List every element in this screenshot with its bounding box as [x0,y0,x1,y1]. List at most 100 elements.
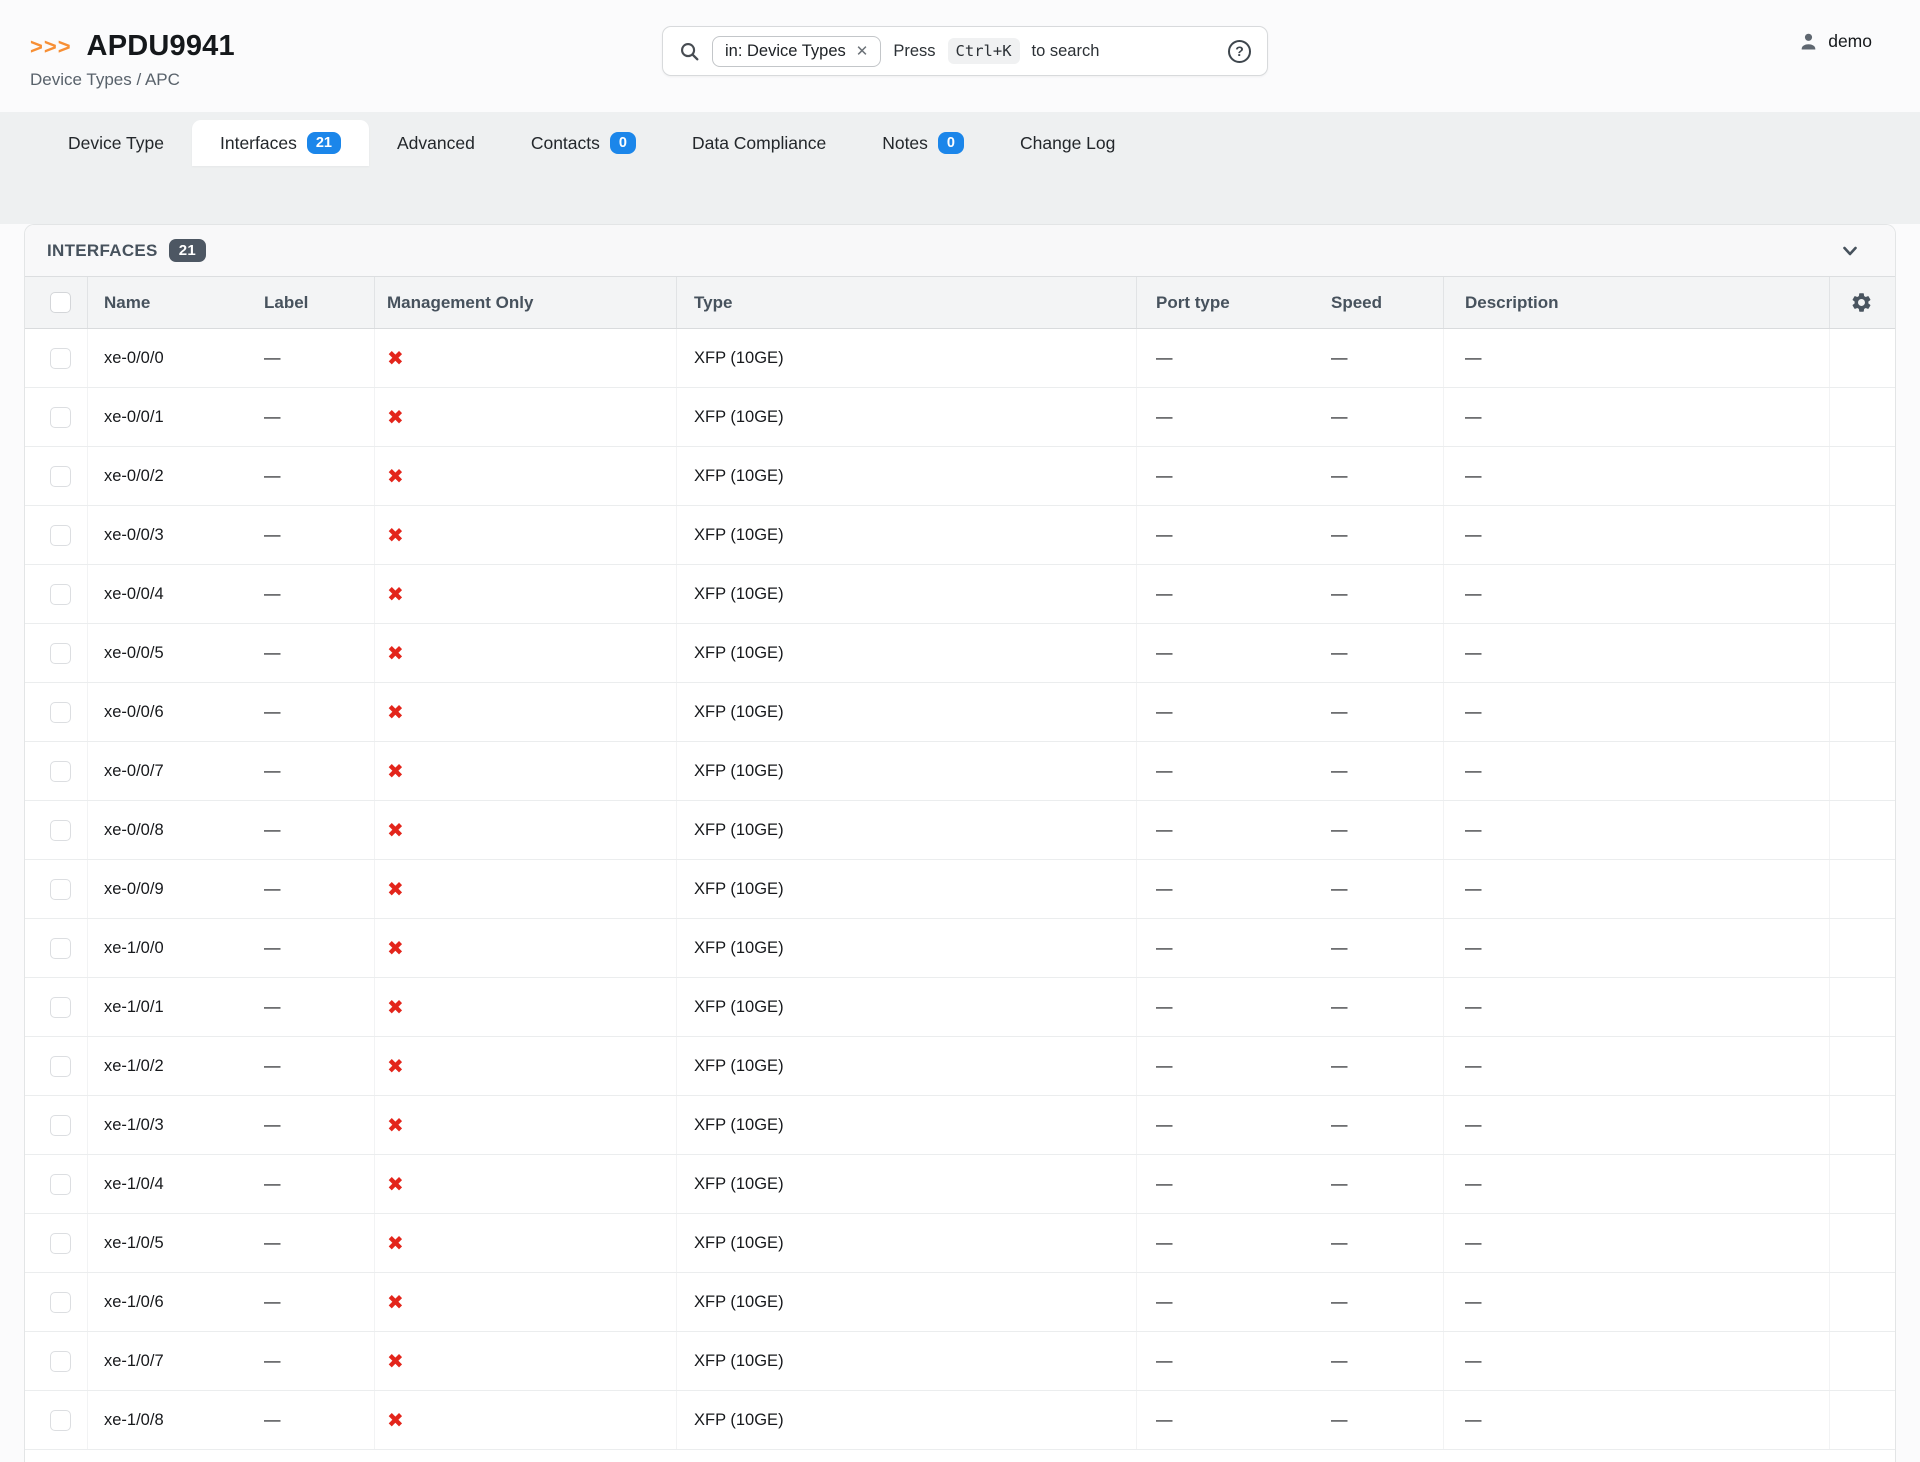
tab-device-type[interactable]: Device Type [40,120,192,166]
column-header-port-type[interactable]: Port type [1136,277,1307,328]
row-actions-cell [1829,1214,1895,1272]
global-search[interactable]: in: Device Types ✕ Press Ctrl+K to searc… [662,26,1268,76]
interface-name[interactable]: xe-1/0/2 [87,1037,240,1095]
port-type-value: — [1136,1273,1307,1331]
interface-name[interactable]: xe-0/0/3 [87,506,240,564]
interface-name[interactable]: xe-0/0/4 [87,565,240,623]
row-checkbox[interactable] [50,702,71,723]
interface-name[interactable]: xe-1/0/8 [87,1391,240,1449]
description-value: — [1443,1037,1829,1095]
interface-name[interactable]: xe-1/0/5 [87,1214,240,1272]
interface-name[interactable]: xe-0/0/6 [87,683,240,741]
management-only-false-icon: ✖ [387,466,404,486]
select-all-checkbox[interactable] [50,292,71,313]
row-select-cell [25,683,87,741]
chip-close-icon[interactable]: ✕ [856,44,869,59]
tab-advanced[interactable]: Advanced [369,120,503,166]
interface-label: — [240,1273,374,1331]
row-checkbox[interactable] [50,643,71,664]
interface-name[interactable]: xe-1/0/3 [87,1096,240,1154]
interface-name[interactable]: xe-0/0/1 [87,388,240,446]
page-header: >>> APDU9941 Device Types / APC in: Devi… [0,0,1920,112]
port-type-value: — [1136,624,1307,682]
table-row: xe-0/0/1 — ✖ XFP (10GE) — — — [25,388,1895,447]
management-only-cell: ✖ [374,919,676,977]
row-checkbox[interactable] [50,1233,71,1254]
row-checkbox[interactable] [50,466,71,487]
interface-label: — [240,1037,374,1095]
search-scope-chip[interactable]: in: Device Types ✕ [712,36,881,67]
row-actions-cell [1829,683,1895,741]
tab-notes[interactable]: Notes 0 [854,120,992,166]
row-checkbox[interactable] [50,1115,71,1136]
tab-change-log[interactable]: Change Log [992,120,1143,166]
gear-icon[interactable] [1850,291,1873,314]
interface-type: XFP (10GE) [676,506,1136,564]
search-hint-suffix: to search [1032,42,1100,61]
table-row: xe-1/0/6 — ✖ XFP (10GE) — — — [25,1273,1895,1332]
column-header-label[interactable]: Label [240,277,374,328]
column-header-name[interactable]: Name [87,277,240,328]
row-checkbox[interactable] [50,938,71,959]
interface-name[interactable]: xe-0/0/0 [87,329,240,387]
column-header-description[interactable]: Description [1443,277,1829,328]
row-checkbox[interactable] [50,879,71,900]
row-select-cell [25,1155,87,1213]
row-checkbox[interactable] [50,820,71,841]
row-actions-cell [1829,1273,1895,1331]
interface-label: — [240,860,374,918]
interface-name[interactable]: xe-0/0/5 [87,624,240,682]
row-checkbox[interactable] [50,1174,71,1195]
tab-data-compliance[interactable]: Data Compliance [664,120,854,166]
row-checkbox[interactable] [50,1351,71,1372]
management-only-cell: ✖ [374,1214,676,1272]
management-only-cell: ✖ [374,978,676,1036]
interface-name[interactable]: xe-0/0/7 [87,742,240,800]
interface-name[interactable]: xe-1/0/6 [87,1273,240,1331]
row-checkbox[interactable] [50,997,71,1018]
interface-name[interactable]: xe-0/0/2 [87,447,240,505]
select-all-cell [25,277,87,328]
row-actions-cell [1829,447,1895,505]
column-header-speed[interactable]: Speed [1307,277,1443,328]
row-actions-cell [1829,860,1895,918]
tab-interfaces[interactable]: Interfaces 21 [192,120,369,166]
help-icon[interactable]: ? [1228,40,1251,63]
interface-label: — [240,1155,374,1213]
speed-value: — [1307,565,1443,623]
row-select-cell [25,447,87,505]
management-only-cell: ✖ [374,1332,676,1390]
row-checkbox[interactable] [50,525,71,546]
column-header-management-only[interactable]: Management Only [374,277,676,328]
interface-name[interactable]: xe-1/0/4 [87,1155,240,1213]
interface-type: XFP (10GE) [676,1214,1136,1272]
interface-name[interactable]: xe-0/0/8 [87,801,240,859]
row-select-cell [25,1214,87,1272]
row-checkbox[interactable] [50,1292,71,1313]
row-checkbox[interactable] [50,584,71,605]
table-row: xe-0/0/0 — ✖ XFP (10GE) — — — [25,329,1895,388]
table-row: xe-0/0/7 — ✖ XFP (10GE) — — — [25,742,1895,801]
port-type-value: — [1136,506,1307,564]
interface-name[interactable]: xe-0/0/9 [87,860,240,918]
tab-contacts[interactable]: Contacts 0 [503,120,664,166]
row-checkbox[interactable] [50,407,71,428]
column-header-type[interactable]: Type [676,277,1136,328]
speed-value: — [1307,860,1443,918]
row-checkbox[interactable] [50,348,71,369]
row-checkbox[interactable] [50,761,71,782]
row-checkbox[interactable] [50,1056,71,1077]
interface-name[interactable]: xe-1/0/1 [87,978,240,1036]
row-checkbox[interactable] [50,1410,71,1431]
interface-type: XFP (10GE) [676,329,1136,387]
chevron-down-icon[interactable] [1839,240,1861,262]
interface-type: XFP (10GE) [676,1273,1136,1331]
management-only-cell: ✖ [374,388,676,446]
interface-label: — [240,329,374,387]
row-actions-cell [1829,329,1895,387]
user-menu[interactable]: demo [1798,31,1872,52]
interface-name[interactable]: xe-1/0/0 [87,919,240,977]
interface-name[interactable]: xe-1/0/7 [87,1332,240,1390]
interface-type: XFP (10GE) [676,978,1136,1036]
port-type-value: — [1136,1155,1307,1213]
